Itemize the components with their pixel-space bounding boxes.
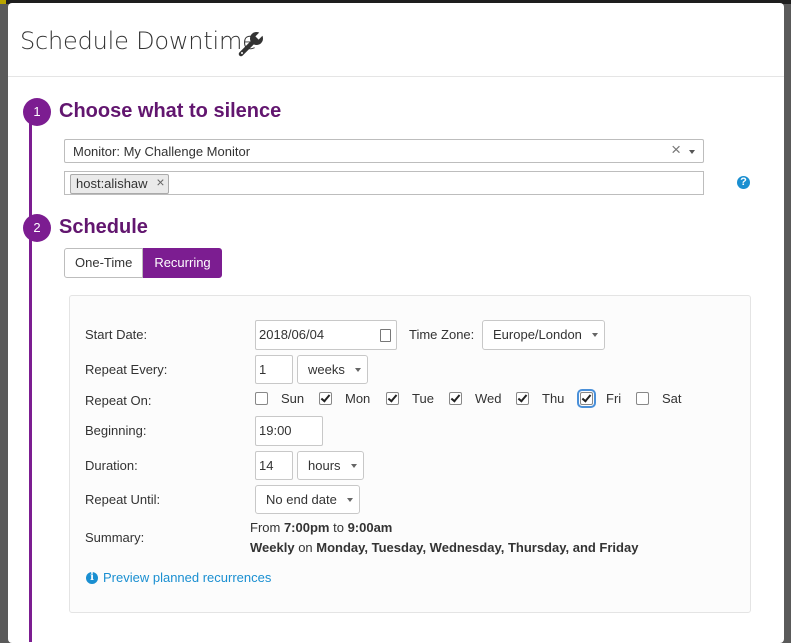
summary-time-range: From 7:00pm to 9:00am — [250, 520, 392, 535]
day-mon-label: Mon — [345, 391, 371, 406]
day-sun[interactable]: Sun — [255, 391, 304, 406]
recurring-button[interactable]: Recurring — [143, 248, 222, 278]
day-sat-label: Sat — [662, 391, 682, 406]
summary-from-text: From — [250, 520, 284, 535]
duration-label: Duration: — [85, 458, 138, 473]
repeat-until-label: Repeat Until: — [85, 492, 161, 507]
checkbox-sat[interactable] — [636, 392, 649, 405]
summary-label: Summary: — [85, 530, 145, 545]
chevron-down-icon — [689, 150, 695, 154]
day-sun-label: Sun — [281, 391, 305, 406]
one-time-button[interactable]: One-Time — [64, 248, 144, 278]
beginning-label: Beginning: — [85, 423, 147, 438]
summary-from-time: 7:00pm — [283, 520, 330, 535]
checkbox-tue[interactable] — [386, 392, 399, 405]
duration-input[interactable]: 14 — [255, 451, 293, 480]
calendar-icon[interactable] — [380, 329, 391, 342]
step-2-badge: 2 — [23, 214, 51, 242]
preview-recurrences-label: Preview planned recurrences — [103, 570, 272, 585]
start-date-value: 2018/06/04 — [259, 327, 325, 342]
day-mon[interactable]: Mon — [319, 391, 370, 406]
day-tue-label: Tue — [412, 391, 434, 406]
day-wed-label: Wed — [475, 391, 502, 406]
checkbox-fri[interactable] — [577, 389, 596, 408]
chevron-down-icon — [347, 498, 353, 502]
recurring-schedule-panel — [69, 295, 751, 613]
monitor-select-value: Monitor: My Challenge Monitor — [73, 144, 251, 159]
checkbox-mon[interactable] — [319, 392, 332, 405]
step-2-title: Schedule — [59, 216, 148, 238]
chevron-down-icon — [592, 333, 598, 337]
beginning-time-input[interactable]: 19:00 — [255, 416, 323, 446]
chevron-down-icon — [355, 368, 361, 372]
wrench-icon — [238, 29, 266, 57]
day-sat[interactable]: Sat — [636, 391, 682, 406]
scope-tag: host:alishaw × — [70, 174, 169, 194]
summary-recurrence: Weekly on Monday, Tuesday, Wednesday, Th… — [250, 540, 638, 555]
start-date-label: Start Date: — [85, 327, 148, 342]
help-icon[interactable]: ? — [737, 176, 750, 189]
checkbox-thu[interactable] — [516, 392, 529, 405]
repeat-unit-value: weeks — [308, 362, 345, 377]
summary-to-time: 9:00am — [347, 520, 393, 535]
modal-header: Schedule Downtime — [8, 3, 784, 77]
start-date-input[interactable]: 2018/06/04 — [255, 320, 397, 350]
time-zone-value: Europe/London — [493, 327, 582, 342]
day-thu[interactable]: Thu — [516, 391, 564, 406]
step-1-title: Choose what to silence — [59, 100, 282, 122]
modal-title: Schedule Downtime — [20, 27, 257, 55]
day-tue[interactable]: Tue — [386, 391, 434, 406]
duration-unit-value: hours — [308, 458, 341, 473]
repeat-on-label: Repeat On: — [85, 393, 152, 408]
scope-tag-label: host:alishaw — [76, 176, 148, 191]
summary-days: Monday, Tuesday, Wednesday, Thursday, an… — [316, 540, 639, 555]
time-zone-label: Time Zone: — [409, 327, 475, 342]
checkbox-wed[interactable] — [449, 392, 462, 405]
schedule-type-toggle: One-Time Recurring — [64, 248, 222, 278]
summary-frequency: Weekly — [250, 540, 295, 555]
day-thu-label: Thu — [542, 391, 565, 406]
monitor-select[interactable]: Monitor: My Challenge Monitor × — [64, 139, 704, 163]
step-1-badge: 1 — [23, 98, 51, 126]
info-icon: i — [86, 571, 98, 584]
repeat-unit-select[interactable]: weeks — [297, 355, 368, 384]
checkbox-sun[interactable] — [255, 392, 268, 405]
repeat-until-select[interactable]: No end date — [255, 485, 360, 514]
summary-on-text: on — [294, 540, 317, 555]
backdrop-accent — [0, 0, 6, 4]
day-wed[interactable]: Wed — [449, 391, 502, 406]
time-zone-select[interactable]: Europe/London — [482, 320, 605, 350]
chevron-down-icon — [351, 464, 357, 468]
summary-to-text: to — [329, 520, 348, 535]
step-timeline — [29, 122, 32, 642]
remove-tag-icon[interactable]: × — [156, 174, 164, 191]
day-fri[interactable]: Fri — [577, 389, 622, 408]
day-fri-label: Fri — [606, 391, 622, 406]
preview-recurrences-link[interactable]: i Preview planned recurrences — [86, 570, 271, 585]
repeat-every-label: Repeat Every: — [85, 362, 168, 377]
repeat-every-input[interactable]: 1 — [255, 355, 293, 384]
scope-tags-input[interactable]: host:alishaw × — [64, 171, 704, 195]
duration-unit-select[interactable]: hours — [297, 451, 364, 480]
clear-monitor-icon[interactable]: × — [671, 140, 681, 160]
repeat-until-value: No end date — [266, 492, 337, 507]
